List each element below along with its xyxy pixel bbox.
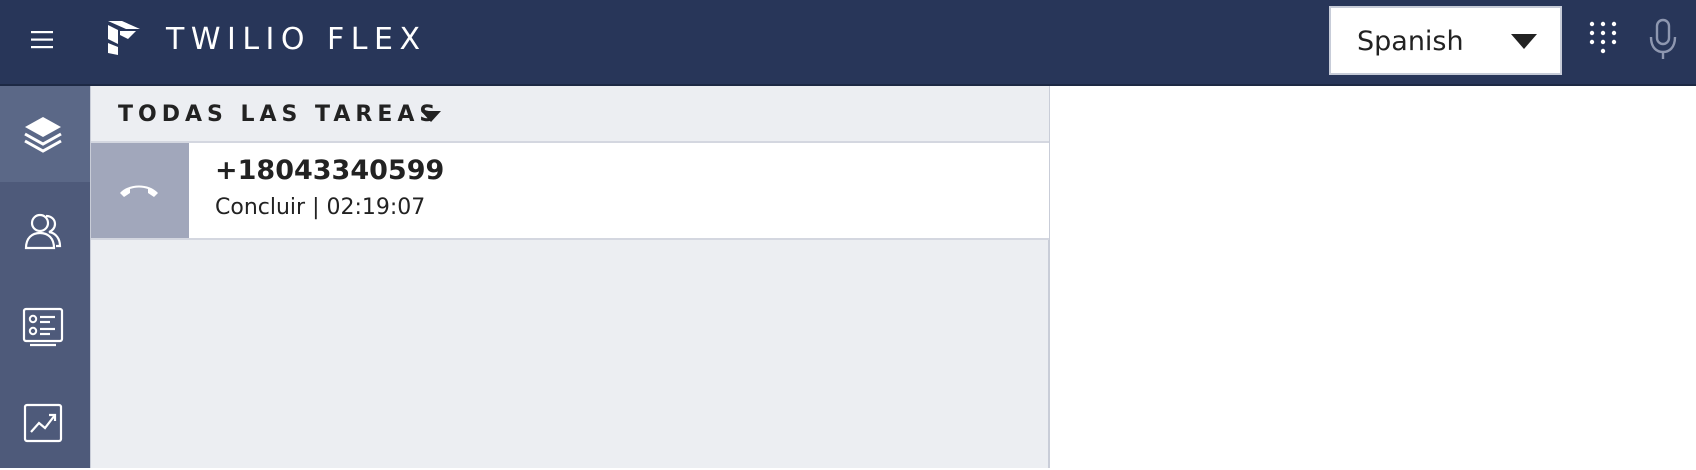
twilio-flex-logo-icon bbox=[106, 19, 144, 57]
dialpad-icon[interactable] bbox=[1587, 20, 1619, 56]
task-filter-dropdown[interactable]: TODAS LAS TAREAS bbox=[91, 86, 1049, 143]
sidebar-item-insights[interactable] bbox=[0, 374, 90, 470]
sidebar-item-teams[interactable] bbox=[0, 182, 90, 278]
chevron-down-icon bbox=[421, 111, 441, 122]
task-status-timer: Concluir | 02:19:07 bbox=[215, 195, 426, 220]
insights-chart-icon bbox=[23, 403, 63, 443]
microphone-icon[interactable] bbox=[1648, 18, 1678, 60]
task-detail-panel bbox=[1050, 86, 1696, 468]
task-caller-number: +18043340599 bbox=[215, 155, 445, 186]
task-channel-badge bbox=[91, 143, 189, 238]
sidebar-item-tasks[interactable] bbox=[0, 86, 90, 182]
sidebar-item-queues[interactable] bbox=[0, 278, 90, 374]
task-list-item[interactable]: +18043340599 Concluir | 02:19:07 bbox=[91, 143, 1049, 240]
task-filter-label: TODAS LAS TAREAS bbox=[118, 102, 441, 127]
hamburger-menu-icon[interactable] bbox=[22, 20, 62, 60]
chevron-down-icon bbox=[1511, 34, 1537, 49]
task-list-panel: TODAS LAS TAREAS +18043340599 Concluir |… bbox=[90, 86, 1050, 468]
side-navigation bbox=[0, 86, 90, 468]
top-header: TWILIO FLEX Spanish bbox=[0, 0, 1696, 86]
queues-stats-icon bbox=[22, 307, 64, 347]
layers-icon bbox=[24, 117, 62, 153]
language-select[interactable]: Spanish bbox=[1329, 6, 1562, 75]
app-brand-title: TWILIO FLEX bbox=[166, 22, 427, 57]
language-select-value: Spanish bbox=[1357, 26, 1464, 57]
phone-hangup-icon bbox=[120, 185, 158, 197]
teams-icon bbox=[24, 213, 62, 250]
